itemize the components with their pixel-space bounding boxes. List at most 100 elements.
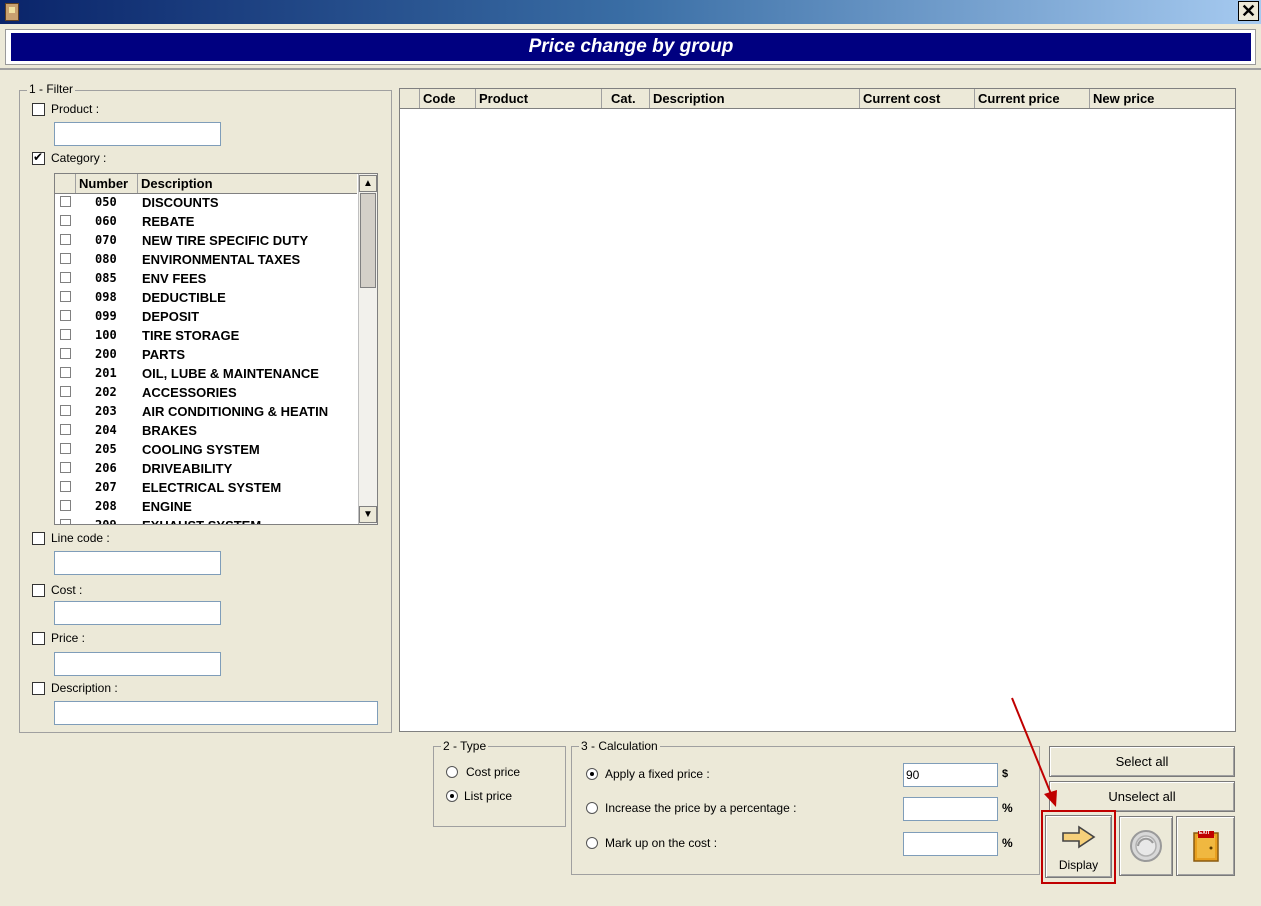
grid-header-current-price[interactable]: Current price <box>975 89 1090 108</box>
scroll-thumb[interactable] <box>360 193 376 288</box>
category-row[interactable]: 070 NEW TIRE SPECIFIC DUTY <box>55 231 357 250</box>
category-checkbox[interactable] <box>32 150 45 165</box>
category-row[interactable]: 209 EXHAUST SYSTEM <box>55 516 357 524</box>
grid-header-category[interactable]: Cat. <box>602 89 650 108</box>
percentage-increase-radio[interactable] <box>586 802 598 814</box>
price-checkbox[interactable] <box>32 632 45 645</box>
undo-icon <box>1130 830 1162 862</box>
product-input[interactable] <box>54 122 221 146</box>
markup-input[interactable] <box>903 832 998 856</box>
category-number: 099 <box>95 309 117 323</box>
category-row[interactable]: 080 ENVIRONMENTAL TAXES <box>55 250 357 269</box>
category-row-checkbox[interactable] <box>60 386 71 397</box>
category-row[interactable]: 203 AIR CONDITIONING & HEATIN <box>55 402 357 421</box>
cost-checkbox[interactable] <box>32 584 45 597</box>
results-grid[interactable]: Code Product Cat. Description Current co… <box>399 88 1236 732</box>
category-row-checkbox[interactable] <box>60 310 71 321</box>
category-row[interactable]: 099 DEPOSIT <box>55 307 357 326</box>
unselect-all-button[interactable]: Unselect all <box>1049 781 1235 812</box>
category-row-checkbox[interactable] <box>60 234 71 245</box>
category-description: BRAKES <box>142 423 197 438</box>
category-row[interactable]: 205 COOLING SYSTEM <box>55 440 357 459</box>
price-input[interactable] <box>54 652 221 676</box>
category-row-checkbox[interactable] <box>60 329 71 340</box>
description-input[interactable] <box>54 701 378 725</box>
cost-price-radio[interactable] <box>446 766 458 778</box>
exit-button[interactable]: EXIT <box>1176 816 1235 876</box>
scroll-down-button[interactable]: ▼ <box>359 506 377 523</box>
cost-label: Cost : <box>51 583 83 597</box>
category-row[interactable]: 201 OIL, LUBE & MAINTENANCE <box>55 364 357 383</box>
percentage-increase-input[interactable] <box>903 797 998 821</box>
category-number: 080 <box>95 252 117 266</box>
line-code-input[interactable] <box>54 551 221 575</box>
title-bar <box>0 0 1261 24</box>
line-code-checkbox[interactable] <box>32 532 45 545</box>
category-row-checkbox[interactable] <box>60 196 71 207</box>
category-description: DEPOSIT <box>142 309 200 324</box>
category-row[interactable]: 204 BRAKES <box>55 421 357 440</box>
category-header-checkcol <box>55 174 76 193</box>
undo-button[interactable] <box>1119 816 1173 876</box>
category-row-checkbox[interactable] <box>60 424 71 435</box>
scroll-up-button[interactable]: ▲ <box>359 175 377 192</box>
list-price-radio[interactable] <box>446 790 458 802</box>
grid-header-description[interactable]: Description <box>650 89 860 108</box>
category-row-checkbox[interactable] <box>60 500 71 511</box>
select-all-button[interactable]: Select all <box>1049 746 1235 777</box>
highlight-box <box>1041 810 1116 884</box>
category-row[interactable]: 060 REBATE <box>55 212 357 231</box>
category-row-checkbox[interactable] <box>60 253 71 264</box>
cost-price-label: Cost price <box>466 765 521 779</box>
category-row-checkbox[interactable] <box>60 481 71 492</box>
page-title: Price change by group <box>11 33 1251 61</box>
category-description: NEW TIRE SPECIFIC DUTY <box>142 233 309 248</box>
category-scrollbar[interactable]: ▲ ▼ <box>358 174 377 524</box>
category-row[interactable]: 207 ELECTRICAL SYSTEM <box>55 478 357 497</box>
cost-input[interactable] <box>54 601 221 625</box>
grid-header-code[interactable]: Code <box>420 89 476 108</box>
grid-header-current-cost[interactable]: Current cost <box>860 89 975 108</box>
category-row[interactable]: 050 DISCOUNTS <box>55 193 357 212</box>
category-row[interactable]: 098 DEDUCTIBLE <box>55 288 357 307</box>
category-list[interactable]: Number Description 050 DISCOUNTS 060 REBATE… <box>54 173 378 525</box>
category-row[interactable]: 202 ACCESSORIES <box>55 383 357 402</box>
close-button[interactable]: ✕ <box>1238 1 1259 21</box>
fixed-price-radio[interactable] <box>586 768 598 780</box>
category-row[interactable]: 100 TIRE STORAGE <box>55 326 357 345</box>
category-row[interactable]: 208 ENGINE <box>55 497 357 516</box>
category-description: ENVIRONMENTAL TAXES <box>142 252 301 267</box>
category-row-checkbox[interactable] <box>60 272 71 283</box>
category-row[interactable]: 085 ENV FEES <box>55 269 357 288</box>
category-row-checkbox[interactable] <box>60 367 71 378</box>
category-number: 060 <box>95 214 117 228</box>
markup-radio[interactable] <box>586 837 598 849</box>
description-checkbox[interactable] <box>32 682 45 695</box>
category-number: 085 <box>95 271 117 285</box>
category-row-checkbox[interactable] <box>60 462 71 473</box>
category-row-checkbox[interactable] <box>60 348 71 359</box>
category-number: 209 <box>95 516 117 524</box>
calculation-legend: 3 - Calculation <box>579 739 660 753</box>
category-header-number[interactable]: Number <box>76 174 138 193</box>
category-row-checkbox[interactable] <box>60 405 71 416</box>
category-number: 202 <box>95 385 117 399</box>
fixed-price-input[interactable] <box>903 763 998 787</box>
grid-header-product[interactable]: Product <box>476 89 602 108</box>
category-row-checkbox[interactable] <box>60 215 71 226</box>
category-row-checkbox[interactable] <box>60 519 71 524</box>
category-header-description[interactable]: Description <box>138 174 357 193</box>
category-row[interactable]: 206 DRIVEABILITY <box>55 459 357 478</box>
grid-header-new-price[interactable]: New price <box>1090 89 1235 108</box>
category-row-checkbox[interactable] <box>60 291 71 302</box>
category-number: 207 <box>95 480 117 494</box>
fixed-price-label: Apply a fixed price : <box>605 767 710 781</box>
category-description: ACCESSORIES <box>142 385 237 400</box>
category-description: REBATE <box>142 214 195 229</box>
category-row[interactable]: 200 PARTS <box>55 345 357 364</box>
category-row-checkbox[interactable] <box>60 443 71 454</box>
percentage-increase-label: Increase the price by a percentage : <box>605 801 797 815</box>
product-label: Product : <box>51 102 100 116</box>
category-description: ENV FEES <box>142 271 207 286</box>
product-checkbox[interactable] <box>32 103 45 116</box>
